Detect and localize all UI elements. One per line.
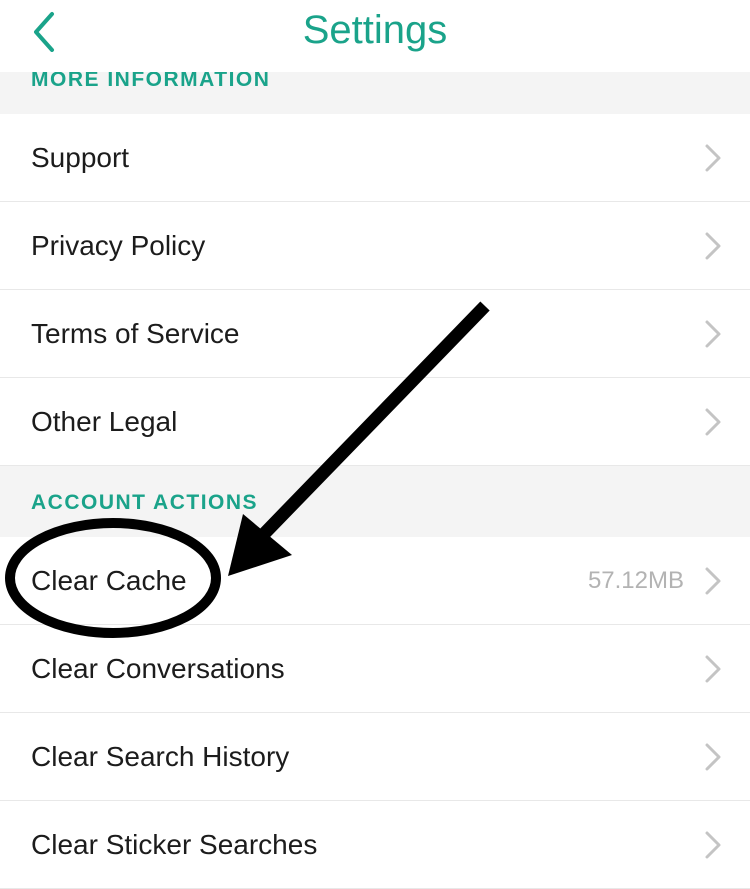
chevron-right-icon: [705, 831, 721, 859]
page-title: Settings: [302, 8, 448, 52]
settings-item-clear-sticker-searches[interactable]: Clear Sticker Searches: [0, 801, 750, 889]
chevron-right-icon: [705, 232, 721, 260]
settings-item-privacy-policy[interactable]: Privacy Policy: [0, 202, 750, 290]
item-label: Clear Cache: [31, 565, 187, 596]
navigation-bar: Settings: [0, 0, 750, 72]
item-label: Terms of Service: [31, 318, 240, 349]
settings-item-clear-cache[interactable]: Clear Cache 57.12MB: [0, 537, 750, 625]
item-label: Clear Search History: [31, 741, 290, 772]
item-label: Other Legal: [31, 406, 178, 437]
chevron-right-icon: [705, 655, 721, 683]
item-label: Support: [31, 142, 130, 173]
section-header-more-information: MORE INFORMATION: [0, 68, 750, 114]
item-label: Clear Conversations: [31, 653, 285, 684]
item-label: Clear Sticker Searches: [31, 829, 318, 860]
section-title: ACCOUNT ACTIONS: [31, 491, 259, 514]
settings-item-clear-search-history[interactable]: Clear Search History: [0, 713, 750, 801]
chevron-right-icon: [705, 320, 721, 348]
settings-item-clear-conversations[interactable]: Clear Conversations: [0, 625, 750, 713]
chevron-right-icon: [705, 743, 721, 771]
cache-size-value: 57.12MB: [587, 567, 684, 594]
item-label: Privacy Policy: [31, 230, 206, 261]
chevron-right-icon: [705, 144, 721, 172]
chevron-right-icon: [705, 408, 721, 436]
settings-item-other-legal[interactable]: Other Legal: [0, 378, 750, 466]
section-header-account-actions: ACCOUNT ACTIONS: [0, 466, 750, 537]
chevron-right-icon: [705, 567, 721, 595]
settings-item-terms-of-service[interactable]: Terms of Service: [0, 290, 750, 378]
settings-item-support[interactable]: Support: [0, 114, 750, 202]
